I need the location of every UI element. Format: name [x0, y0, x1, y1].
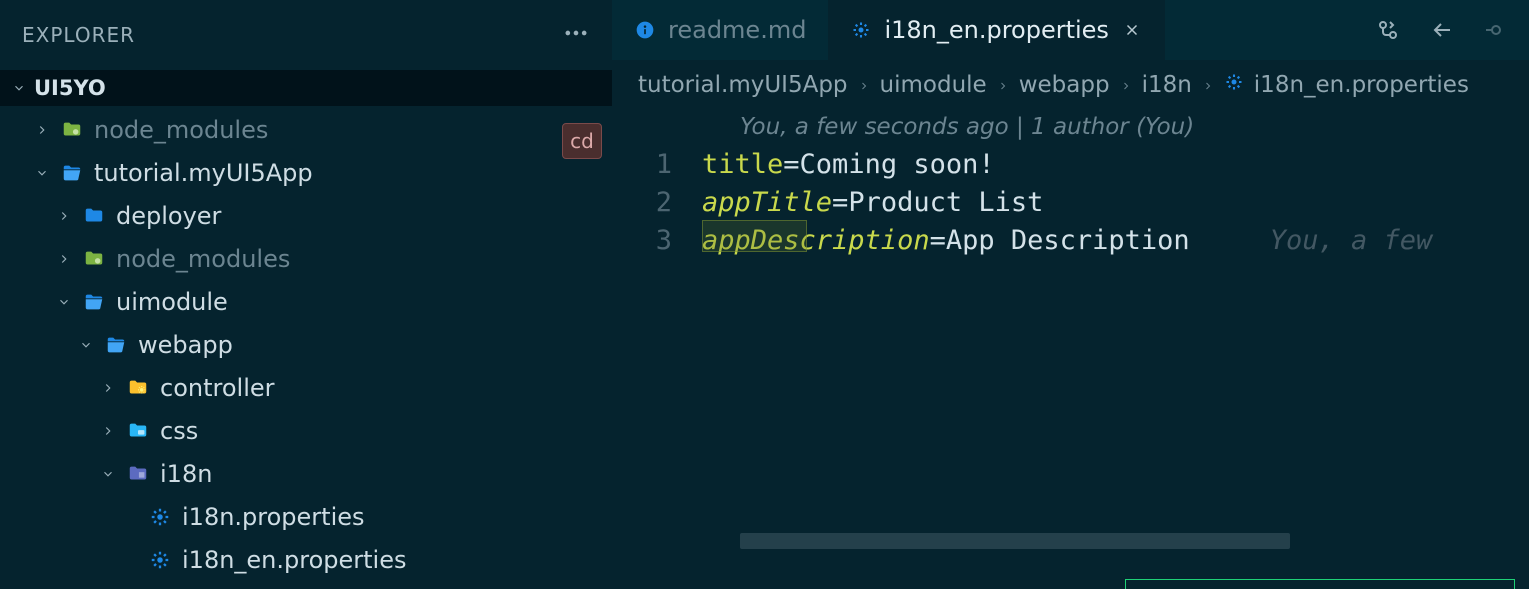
tab-label: i18n_en.properties — [884, 16, 1109, 44]
tree-item-deployer[interactable]: deployer — [0, 194, 612, 237]
folder-open-icon — [104, 333, 128, 357]
cd-badge: cd — [562, 123, 602, 159]
breadcrumb-segment[interactable]: tutorial.myUI5App — [638, 72, 848, 98]
explorer-title: EXPLORER — [22, 23, 135, 47]
line-number: 2 — [612, 184, 672, 222]
project-root[interactable]: UI5YO — [0, 70, 612, 106]
close-icon[interactable] — [1121, 19, 1143, 41]
chevron-right-icon[interactable] — [34, 123, 50, 137]
git-blame-inline: You, a few — [1270, 225, 1433, 256]
chevron-right-icon — [1202, 72, 1214, 98]
scrollbar-thumb[interactable] — [740, 533, 1290, 549]
tab-bar: readme.md i18n_en.properties — [612, 0, 1529, 60]
breadcrumb[interactable]: tutorial.myUI5App uimodule webapp i18n i18n_… — [612, 60, 1529, 110]
tab-i18n-en-properties[interactable]: i18n_en.properties — [828, 0, 1165, 60]
tree-item-controller[interactable]: controller — [0, 366, 612, 409]
folder-green-icon — [82, 247, 106, 271]
codelens-authors[interactable]: You, a few seconds ago | 1 author (You) — [612, 110, 1529, 144]
chevron-right-icon[interactable] — [56, 209, 72, 223]
info-blue-icon — [634, 19, 656, 41]
tree-item-label: tutorial.myUI5App — [94, 159, 313, 187]
file-tree: node_modules tutorial.myUI5App deployer nod… — [0, 106, 612, 581]
folder-gear-icon — [126, 376, 150, 400]
breadcrumb-segment[interactable]: webapp — [1019, 72, 1110, 98]
tree-item-label: webapp — [138, 331, 233, 359]
folder-icon — [82, 204, 106, 228]
chevron-down-icon[interactable] — [78, 338, 94, 352]
folder-green-icon — [60, 118, 84, 142]
property-key: appDescription — [702, 225, 930, 256]
chevron-right-icon[interactable] — [56, 252, 72, 266]
tree-item-css[interactable]: css — [0, 409, 612, 452]
chevron-right-icon — [997, 72, 1009, 98]
line-number: 3 — [612, 222, 672, 260]
gear-blue-icon — [850, 19, 872, 41]
chevron-right-icon[interactable] — [100, 424, 116, 438]
gear-blue-icon — [148, 548, 172, 572]
code-lines[interactable]: title=Coming soon!appTitle=Product Lista… — [702, 144, 1529, 589]
gear-blue-icon — [1224, 72, 1244, 98]
property-value: App Description — [946, 225, 1190, 256]
equals-sign: = — [930, 225, 946, 256]
folder-open-icon — [60, 161, 84, 185]
chevron-down-icon — [10, 79, 28, 97]
tab-actions — [1375, 0, 1529, 60]
tree-item-i18n-properties[interactable]: i18n.properties — [0, 495, 612, 538]
chevron-down-icon[interactable] — [34, 166, 50, 180]
chevron-down-icon[interactable] — [100, 467, 116, 481]
code-editor[interactable]: 123 title=Coming soon!appTitle=Product L… — [612, 144, 1529, 589]
line-gutter: 123 — [612, 144, 702, 589]
tree-item-label: uimodule — [116, 288, 228, 316]
tree-item-label: i18n — [160, 460, 212, 488]
breadcrumb-segment[interactable]: uimodule — [880, 72, 987, 98]
go-back-icon[interactable] — [1429, 17, 1455, 43]
property-value: Product List — [848, 187, 1043, 218]
tree-item-label: node_modules — [94, 116, 268, 144]
tree-item-webapp[interactable]: webapp — [0, 323, 612, 366]
tree-item-node-modules[interactable]: node_modules — [0, 108, 612, 151]
chevron-down-icon[interactable] — [56, 295, 72, 309]
tree-item-tutorial-myui5app[interactable]: tutorial.myUI5App — [0, 151, 612, 194]
line-number: 1 — [612, 146, 672, 184]
chevron-right-icon — [1120, 72, 1132, 98]
horizontal-scrollbar[interactable] — [740, 533, 1525, 549]
tree-item-label: node_modules — [116, 245, 290, 273]
tree-item-label: i18n.properties — [182, 503, 365, 531]
folder-open-icon — [82, 290, 106, 314]
more-icon[interactable] — [562, 19, 590, 52]
explorer-header: EXPLORER — [0, 0, 612, 70]
tab-label: readme.md — [668, 16, 806, 44]
chevron-right-icon[interactable] — [100, 381, 116, 395]
tree-item-i18n-en-properties[interactable]: i18n_en.properties — [0, 538, 612, 581]
tree-item-uimodule[interactable]: uimodule — [0, 280, 612, 323]
folder-i18n-icon — [126, 462, 150, 486]
tree-item-label: controller — [160, 374, 275, 402]
breadcrumb-file[interactable]: i18n_en.properties — [1254, 72, 1469, 98]
tab-readme-md[interactable]: readme.md — [612, 0, 828, 60]
tree-item-node-modules[interactable]: node_modules — [0, 237, 612, 280]
folder-css-icon — [126, 419, 150, 443]
property-key: appTitle — [702, 187, 832, 218]
chevron-right-icon — [858, 72, 870, 98]
explorer-sidebar: EXPLORER UI5YO cd node_modules tutorial.m… — [0, 0, 612, 589]
project-root-label: UI5YO — [34, 76, 106, 100]
tree-item-label: i18n_en.properties — [182, 546, 407, 574]
tree-item-i18n[interactable]: i18n — [0, 452, 612, 495]
property-value: Coming soon! — [800, 149, 995, 180]
minimap-viewport[interactable] — [1125, 579, 1515, 589]
go-forward-icon[interactable] — [1483, 17, 1509, 43]
compare-changes-icon[interactable] — [1375, 17, 1401, 43]
code-line[interactable]: appTitle=Product List — [702, 184, 1529, 222]
equals-sign: = — [783, 149, 799, 180]
code-line[interactable]: appDescription=App Description You, a few — [702, 222, 1529, 260]
breadcrumb-segment[interactable]: i18n — [1142, 72, 1192, 98]
tree-item-label: css — [160, 417, 198, 445]
gear-blue-icon — [148, 505, 172, 529]
property-key: title — [702, 149, 783, 180]
equals-sign: = — [832, 187, 848, 218]
tree-item-label: deployer — [116, 202, 221, 230]
code-line[interactable]: title=Coming soon! — [702, 146, 1529, 184]
editor-area: readme.md i18n_en.properties tutorial.myU… — [612, 0, 1529, 589]
